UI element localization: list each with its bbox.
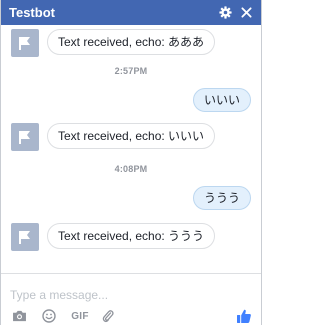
message-input[interactable] xyxy=(10,287,250,303)
message-timestamp: 2:57PM xyxy=(114,66,148,76)
message-list[interactable]: Text received, echo: あああ 2:57PM いいい Text… xyxy=(1,25,261,273)
bot-message-bubble: Text received, echo: あああ xyxy=(47,29,216,55)
flag-icon xyxy=(19,37,30,50)
bot-avatar xyxy=(11,29,39,57)
message-timestamp: 4:08PM xyxy=(114,164,148,174)
message-composer: GIF xyxy=(1,273,261,325)
camera-icon[interactable] xyxy=(11,309,27,323)
thumbs-up-icon[interactable] xyxy=(235,307,253,324)
flag-icon xyxy=(19,131,30,144)
close-icon[interactable] xyxy=(238,4,254,20)
bot-message-bubble: Text received, echo: ううう xyxy=(47,223,216,249)
user-message-bubble: ううう xyxy=(192,186,251,210)
chat-header: Testbot xyxy=(1,0,261,25)
gear-icon[interactable] xyxy=(217,4,233,20)
bot-message-bubble: Text received, echo: いいい xyxy=(47,123,216,149)
bot-avatar xyxy=(11,123,39,151)
chat-window: Testbot Text received, echo: あああ 2:57PM … xyxy=(0,0,262,325)
gif-button[interactable]: GIF xyxy=(70,309,90,323)
chat-title: Testbot xyxy=(9,5,55,20)
flag-icon xyxy=(19,231,30,244)
paperclip-icon[interactable] xyxy=(101,309,115,323)
emoji-icon[interactable] xyxy=(41,309,57,323)
bot-avatar xyxy=(11,223,39,251)
user-message-bubble: いいい xyxy=(192,88,251,112)
